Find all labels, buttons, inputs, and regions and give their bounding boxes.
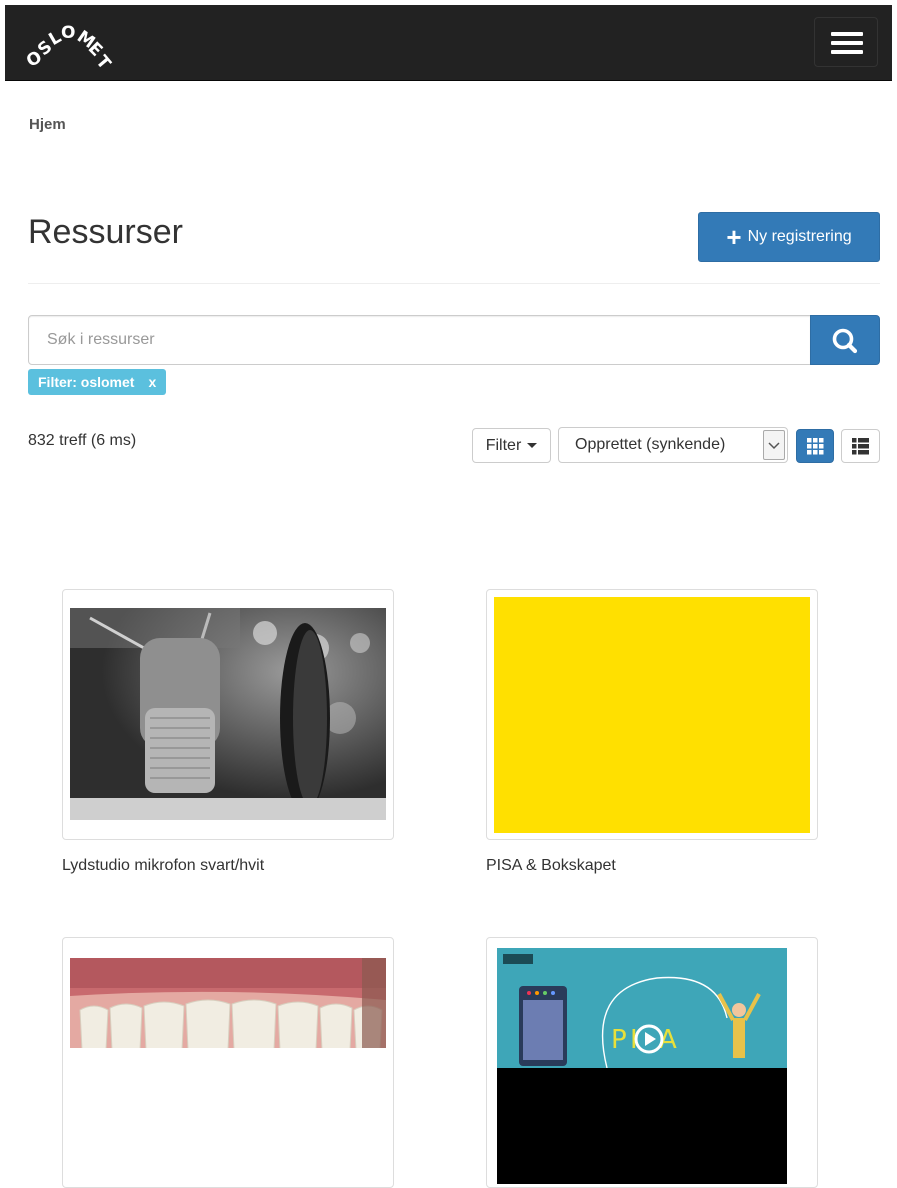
grid-icon [807, 438, 824, 455]
filter-dropdown-button[interactable]: Filter [472, 428, 551, 463]
remove-filter-button[interactable]: x [148, 374, 156, 390]
resource-thumbnail[interactable] [62, 937, 394, 1188]
resource-title[interactable]: PISA & Bokskapet [486, 857, 616, 875]
list-icon [852, 438, 869, 455]
grid-view-button[interactable] [796, 429, 834, 463]
search-input[interactable] [28, 315, 811, 365]
chevron-down-icon [763, 430, 785, 460]
resource-title[interactable]: Lydstudio mikrofon svart/hvit [62, 857, 264, 875]
svg-text:O: O [61, 23, 75, 43]
sort-selected-value: Opprettet (synkende) [575, 436, 726, 453]
plus-icon: + [726, 222, 742, 252]
pisa-video-still: P I A [497, 948, 787, 1069]
teeth-photo [70, 958, 386, 1048]
hamburger-icon [831, 32, 863, 36]
hamburger-bar [831, 41, 863, 45]
hamburger-bar [831, 50, 863, 54]
new-registration-label: Ny registrering [747, 228, 852, 245]
menu-toggle-button[interactable] [814, 17, 878, 67]
resource-thumbnail[interactable]: P I A [486, 937, 818, 1188]
page-title: Ressurser [28, 213, 183, 251]
search-icon [832, 328, 858, 354]
active-filter-tag: Filter: oslomet x [28, 369, 167, 395]
sort-select[interactable]: Opprettet (synkende) [558, 427, 788, 463]
list-view-button[interactable] [841, 429, 880, 463]
header-divider [28, 283, 880, 284]
breadcrumb-home[interactable]: Hjem [29, 116, 66, 133]
result-count: 832 treff (6 ms) [28, 432, 137, 449]
search-button[interactable] [810, 315, 880, 365]
microphone-photo [70, 608, 386, 820]
new-registration-button[interactable]: + Ny registrering [698, 212, 880, 262]
filter-dropdown-label: Filter [485, 436, 522, 454]
resource-thumbnail[interactable] [62, 589, 394, 840]
svg-text:P: P [611, 1025, 627, 1055]
oslomet-logo[interactable]: O S L O M E T [23, 17, 117, 74]
top-navbar: O S L O M E T [5, 5, 892, 81]
yellow-square [494, 597, 810, 833]
active-filter-label: Filter: oslomet [38, 374, 135, 390]
resource-thumbnail[interactable] [486, 589, 818, 840]
caret-down-icon [527, 443, 538, 448]
